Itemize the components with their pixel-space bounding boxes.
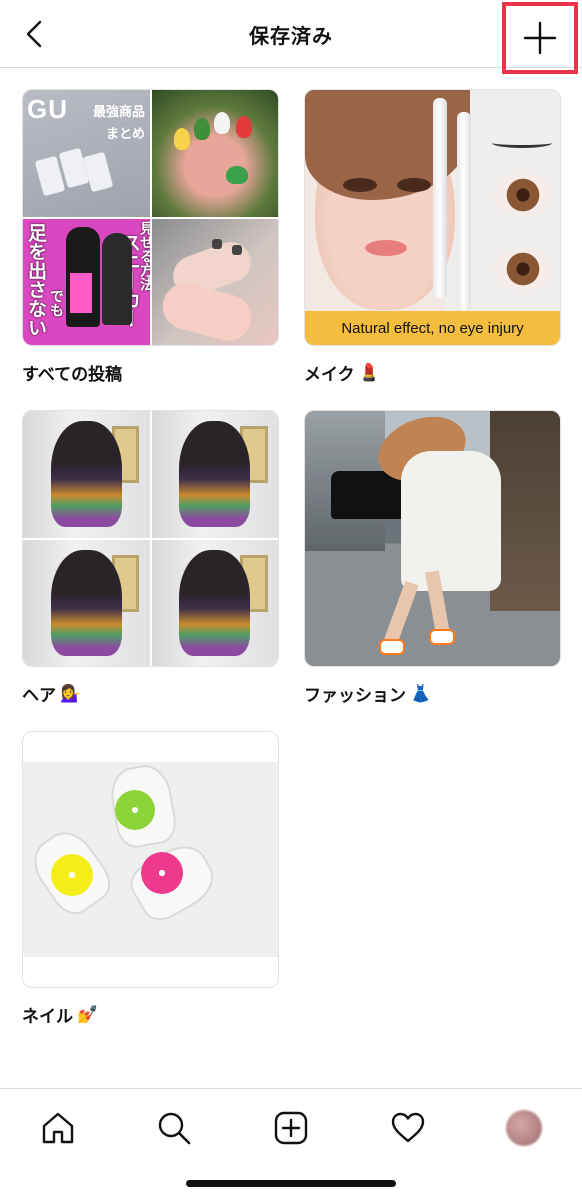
- collection-makeup[interactable]: Natural effect, no eye injury メイク 💄: [304, 89, 561, 385]
- collection-thumbnail[interactable]: Natural effect, no eye injury: [304, 89, 561, 346]
- nail-polish-icon: 💅: [77, 1004, 99, 1025]
- home-indicator: [186, 1180, 396, 1187]
- collection-fashion[interactable]: ファッション 👗: [304, 410, 561, 706]
- nav-home[interactable]: [33, 1103, 83, 1153]
- gu-caption-line1: 最強商品: [92, 105, 145, 120]
- collection-label: ヘア 💁‍♀️: [22, 683, 82, 707]
- nav-new-post[interactable]: [266, 1103, 316, 1153]
- profile-avatar: [506, 1110, 542, 1146]
- thumb-image-hands: [151, 218, 278, 345]
- collection-label: メイク 💄: [304, 362, 380, 386]
- collection-thumbnail[interactable]: [304, 410, 561, 667]
- gu-caption-line2: まとめ: [105, 127, 145, 142]
- collection-all-posts[interactable]: GU 最強商品 まとめ 足を出さない でも 見せる方法 すべての投稿: [22, 89, 279, 385]
- thumb-image-model: [401, 451, 501, 591]
- plus-icon: [523, 21, 557, 55]
- nav-profile[interactable]: [499, 1103, 549, 1153]
- collection-thumbnail[interactable]: GU 最強商品 まとめ 足を出さない でも 見せる方法: [22, 89, 279, 346]
- thumb-image-hair: [151, 539, 278, 666]
- thumb-image-hair: [151, 411, 278, 538]
- collection-thumbnail[interactable]: [22, 731, 279, 988]
- collection-hair[interactable]: ヘア 💁‍♀️: [22, 410, 279, 706]
- nav-activity[interactable]: [383, 1103, 433, 1153]
- nav-search[interactable]: [149, 1103, 199, 1153]
- add-post-icon: [274, 1111, 308, 1145]
- thumb-banner: Natural effect, no eye injury: [305, 311, 560, 345]
- collection-label: ネイル 💅: [22, 1004, 99, 1028]
- thumb-image-hair: [23, 539, 150, 666]
- gu-logo-text: GU: [27, 94, 68, 124]
- lipstick-icon: 💄: [358, 362, 380, 383]
- home-icon: [42, 1112, 74, 1144]
- hair-flip-icon: 💁‍♀️: [60, 683, 82, 704]
- collection-label: ファッション 👗: [304, 683, 432, 707]
- heart-icon: [391, 1112, 425, 1143]
- pink-caption-a: 足を出さない: [25, 222, 47, 337]
- gu-product-cards: [34, 147, 119, 197]
- thumb-image-fashion-pink: 足を出さない でも スニーカー 見せる方法: [23, 218, 150, 345]
- thumb-image-pen: [433, 98, 447, 298]
- thumb-image-nails: [151, 90, 278, 217]
- thumb-image-hair: [23, 411, 150, 538]
- search-icon: [158, 1112, 191, 1145]
- collection-thumbnail[interactable]: [22, 410, 279, 667]
- collection-label: すべての投稿: [22, 365, 123, 385]
- thumb-image-gu: GU 最強商品 まとめ: [23, 90, 150, 217]
- top-bar: 保存済み: [0, 0, 582, 74]
- add-collection-button[interactable]: [502, 2, 578, 74]
- page-title: 保存済み: [249, 24, 333, 48]
- thumb-image-nail-tips: [23, 761, 278, 957]
- pink-caption-b: でも: [48, 288, 64, 317]
- collection-nails[interactable]: ネイル 💅: [22, 731, 279, 1027]
- dress-icon: 👗: [410, 683, 432, 704]
